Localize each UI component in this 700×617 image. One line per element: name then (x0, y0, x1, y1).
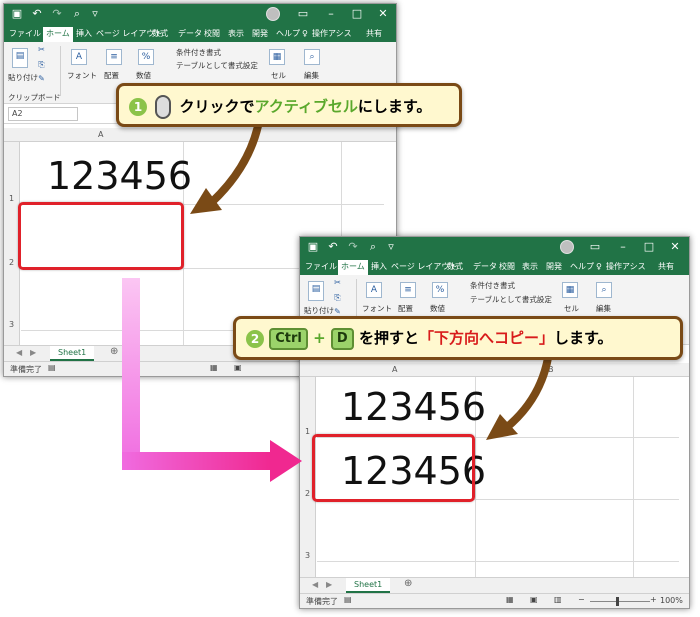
callout1-text-2: アクティブセル (254, 97, 358, 116)
callout1-text-3: にします。 (357, 97, 432, 116)
plus-sign: + (313, 329, 326, 347)
callout1-text-1: クリックで (179, 97, 255, 116)
step-number-1: 1 (129, 98, 147, 116)
ctrl-key: Ctrl (269, 327, 308, 350)
callout-step-2: 2 Ctrl + D を押すと「下方向へコピー」します。 (233, 316, 683, 360)
callout2-text-3: します。 (553, 329, 613, 347)
step-number-2: 2 (246, 329, 264, 348)
callout2-text-2: 「下方向へコピー」 (418, 329, 554, 347)
callout-step-1: 1 クリックでアクティブセルにします。 (116, 83, 462, 127)
d-key: D (330, 327, 354, 350)
mouse-icon (155, 95, 172, 119)
callout2-text-1: を押すと (358, 329, 419, 347)
